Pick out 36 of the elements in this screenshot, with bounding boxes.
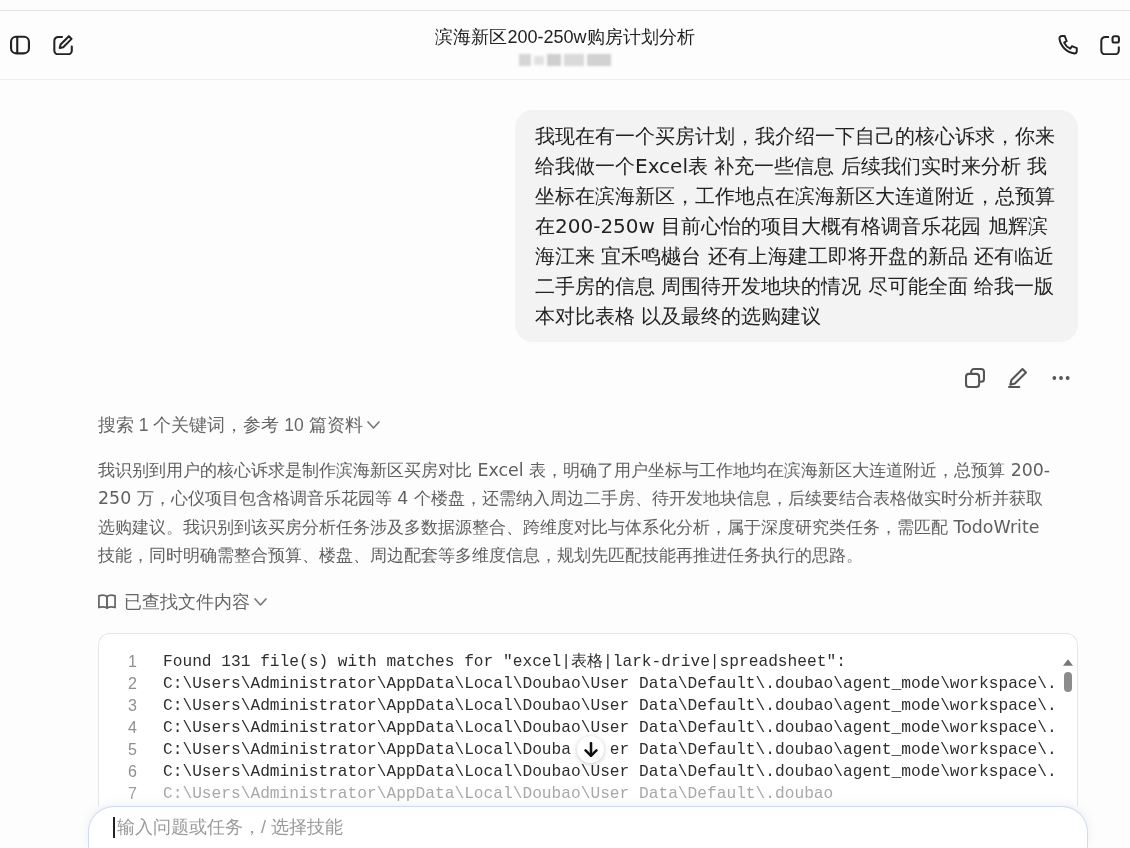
message-input[interactable]: 输入问题或任务，/ 选择技能 (88, 806, 1088, 848)
line-number: 1 (127, 653, 137, 670)
line-number: 6 (127, 763, 137, 780)
conversation-title: 滨海新区200-250w购房计划分析 (435, 26, 695, 49)
book-icon (98, 594, 116, 610)
line-number: 3 (127, 697, 137, 714)
chevron-down-icon (254, 597, 267, 606)
scroll-down-button[interactable] (577, 735, 604, 763)
line-number: 2 (127, 675, 137, 692)
copy-icon[interactable] (965, 368, 985, 388)
code-text: er Data\Default\.doubao\agent_mode\workspace\. (609, 741, 1057, 758)
phone-icon[interactable] (1058, 35, 1078, 55)
pencil-icon[interactable] (1008, 368, 1028, 388)
search-summary-toggle[interactable]: 搜索 1 个关键词，参考 10 篇资料 (98, 413, 380, 437)
code-text: C:\Users\Administrator\AppData\Local\Doubao\User Data\Default\.doubao\agent_mode\workspace\. (163, 763, 1057, 780)
more-icon[interactable] (1051, 376, 1071, 380)
square-corner-icon[interactable] (1100, 35, 1120, 55)
code-text: C:\Users\Administrator\AppData\Local\Doubao\User Data\Default\.doubao\agent_mode\workspace\. (163, 719, 1057, 736)
line-number: 7 (127, 785, 137, 802)
scrollbar-thumb[interactable] (1063, 671, 1072, 692)
line-number: 4 (127, 719, 137, 736)
compose-icon[interactable] (53, 35, 73, 55)
file-search-toggle[interactable]: 已查找文件内容 (98, 589, 267, 614)
user-message: 我现在有一个买房计划，我介绍一下自己的核心诉求，你来给我做一个Excel表 补充一些信息 后续我们实时来分析 我坐标在滨海新区，工作地点在滨海新区大连道附近，总预算在200-250w 目前心怡的项目大概有格调音乐花园 旭辉滨海江来 宜禾鸣樾台 还有上海建工即将开盘的新品 还有临近二手房的信息 周围待开发地块的情况 尽可能全面 给我一版本对比表格 以及最终的选购建议 (515, 110, 1078, 342)
arrow-down-icon (583, 741, 598, 757)
reasoning-text: 我识别到用户的核心诉求是制作滨海新区买房对比 Excel 表，明确了用户坐标与工作地均在滨海新区大连道附近，总预算 200-250 万，心仪项目包含格调音乐花园等 4 个楼盘，还需纳入周边二手房、待开发地块信息，后续要结合表格做实时分析并获取选购建议。我识别到该买房分析任务涉及多数据源整合、跨维度对比与体系化分析，属于深度研究类任务，需匹配 TodoWrite 技能，同时明确需整合预算、楼盘、周边配套等多维度信息，规划先匹配技能再推进任务执行的思路。 (98, 459, 1052, 568)
text-caret (113, 817, 115, 838)
code-text: C:\Users\Administrator\AppData\Local\Doubao\User Data\Default\.doubao (163, 785, 834, 802)
code-text: C:\Users\Administrator\AppData\Local\Douba (163, 741, 571, 758)
code-text: Found 131 file(s) with matches for "excel|表格|lark-drive|spreadsheet": (163, 653, 846, 670)
scroll-up-arrow-icon[interactable] (1062, 658, 1073, 666)
code-text: C:\Users\Administrator\AppData\Local\Doubao\User Data\Default\.doubao\agent_mode\workspace\. (163, 697, 1057, 714)
line-number: 5 (127, 741, 137, 758)
sidebar-icon[interactable] (10, 35, 30, 55)
code-text: C:\Users\Administrator\AppData\Local\Doubao\User Data\Default\.doubao\agent_mode\workspace\. (163, 675, 1057, 692)
chevron-down-icon (366, 421, 380, 429)
